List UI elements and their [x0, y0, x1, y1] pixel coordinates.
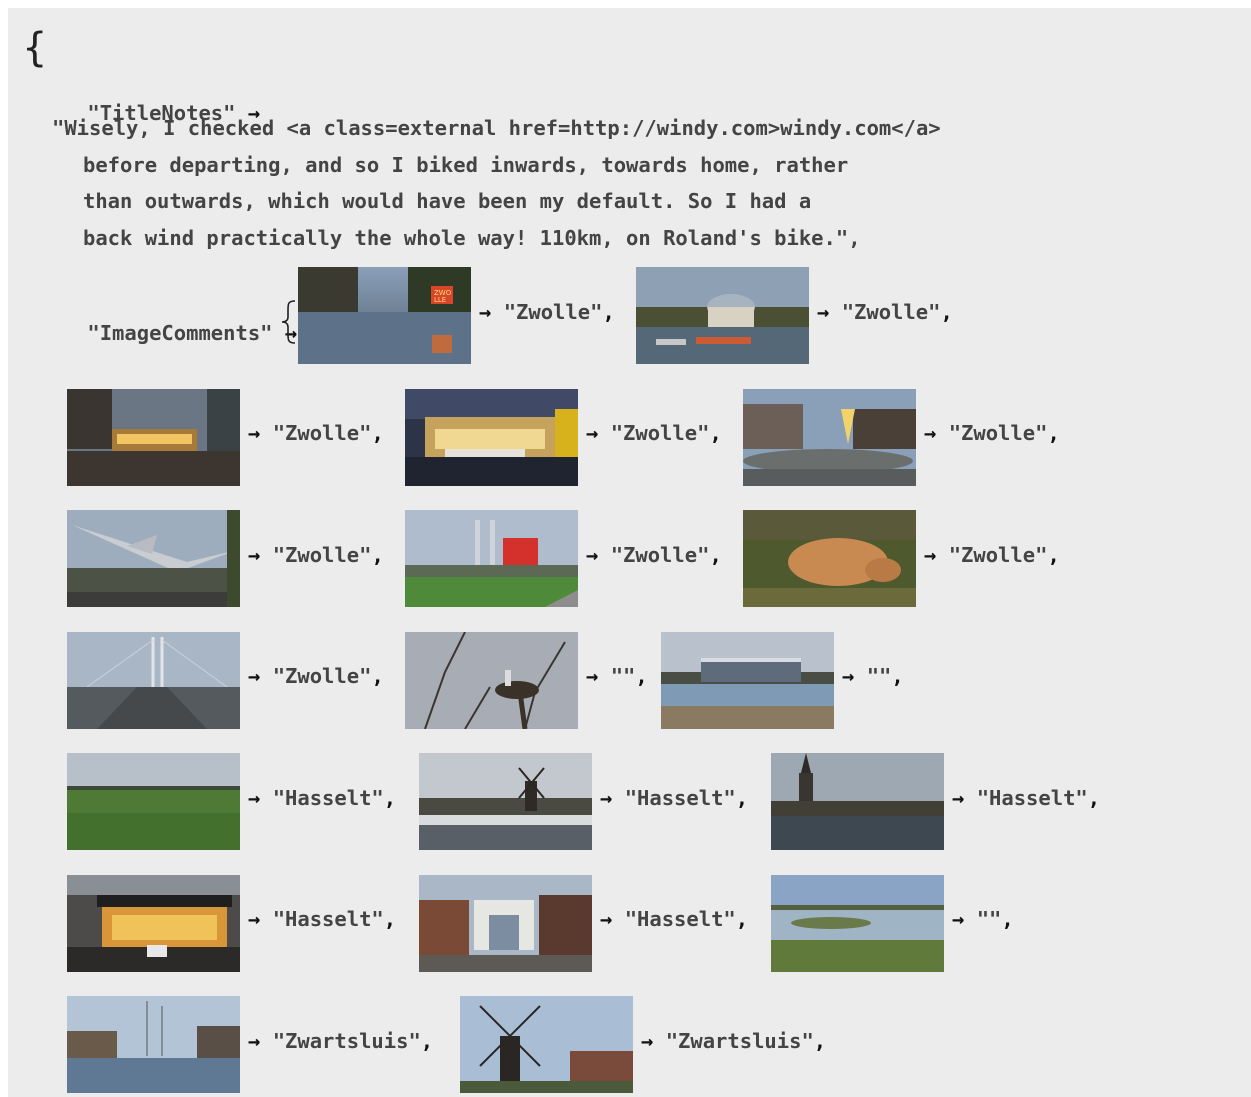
image-comment-entry: → "Zwolle", [248, 421, 384, 445]
image-comment-entry: → "Hasselt", [248, 907, 397, 931]
museum-dome-photo [636, 267, 809, 364]
image-comment-entry: → "Hasselt", [600, 907, 749, 931]
image-comment-label: "Hasselt" [272, 907, 384, 931]
image-comment-label: "Hasselt" [272, 786, 384, 810]
image-comment-entry: → "Zwolle", [586, 421, 722, 445]
image-comment-label: "Zwartsluis" [665, 1029, 814, 1053]
image-comment-label: "Zwolle" [948, 421, 1048, 445]
image-comment-entry: → "Hasselt", [248, 786, 397, 810]
red-building-bridge-photo [405, 510, 578, 607]
image-comment-label: "Zwolle" [503, 300, 603, 324]
title-notes-line-1: "Wisely, I checked <a class=external hre… [52, 116, 941, 140]
image-comment-label: "Zwolle" [948, 543, 1048, 567]
pig-photo [743, 510, 916, 607]
image-comment-entry: → "Zwartsluis", [641, 1029, 827, 1053]
street-market-night-photo [67, 389, 240, 486]
title-notes-line-2: before departing, and so I biked inwards… [83, 153, 849, 177]
list-opening-brace [281, 300, 296, 344]
image-comment-entry: → "Zwolle", [924, 421, 1060, 445]
jet-monument-photo [67, 510, 240, 607]
image-comment-label: "Hasselt" [976, 786, 1088, 810]
stork-nest-photo [405, 632, 578, 729]
image-comment-entry: → "Zwolle", [817, 300, 953, 324]
image-comment-label: "Zwolle" [610, 543, 710, 567]
square-christmas-tree-photo [743, 389, 916, 486]
image-comment-entry: → "Zwolle", [924, 543, 1060, 567]
image-comment-entry: → "", [952, 907, 1014, 931]
image-comment-entry: → "Zwolle", [479, 300, 615, 324]
image-comment-label: "Zwolle" [610, 421, 710, 445]
svg-text:LLE: LLE [434, 296, 446, 304]
image-comment-label: "" [610, 664, 636, 688]
cheese-stall-photo [67, 875, 240, 972]
market-stall-photo [405, 389, 578, 486]
image-comment-entry: → "Zwartsluis", [248, 1029, 434, 1053]
title-notes-line-4: back wind practically the whole way! 110… [83, 226, 861, 250]
notebook-output-cell: { "TitleNotes" → "Wisely, I checked <a c… [8, 8, 1251, 1097]
riverside-building-photo [661, 632, 834, 729]
image-comment-label: "Zwolle" [272, 664, 372, 688]
opening-brace: { [22, 25, 48, 71]
image-comment-label: "Hasselt" [624, 786, 736, 810]
image-comments-row: "ImageComments" → [38, 302, 297, 364]
image-comment-entry: → "Zwolle", [586, 543, 722, 567]
title-notes-line-3: than outwards, which would have been my … [83, 189, 812, 213]
image-comment-label: "" [866, 664, 892, 688]
image-comment-label: "Hasselt" [624, 907, 736, 931]
green-meadow-photo [67, 753, 240, 850]
town-gate-street-photo [419, 875, 592, 972]
image-comment-entry: → "Zwolle", [248, 664, 384, 688]
canal-neon-sign-photo: ZWO LLE [298, 267, 471, 364]
image-comment-label: "Zwolle" [841, 300, 941, 324]
image-comment-label: "Zwolle" [272, 421, 372, 445]
image-comment-entry: → "", [586, 664, 648, 688]
image-comment-entry: → "Hasselt", [600, 786, 749, 810]
windmill-village-photo [460, 996, 633, 1093]
image-comments-key: "ImageComments" [87, 320, 273, 345]
image-comment-entry: → "Hasselt", [952, 786, 1101, 810]
image-comment-label: "Zwartsluis" [272, 1029, 421, 1053]
image-comment-entry: → "", [842, 664, 904, 688]
church-tower-canal-photo [771, 753, 944, 850]
image-comment-label: "" [976, 907, 1002, 931]
cable-bridge-road-photo [67, 632, 240, 729]
harbor-boats-photo [67, 996, 240, 1093]
image-comment-entry: → "Zwolle", [248, 543, 384, 567]
image-comment-label: "Zwolle" [272, 543, 372, 567]
windmill-harbor-photo [419, 753, 592, 850]
flooded-field-photo [771, 875, 944, 972]
